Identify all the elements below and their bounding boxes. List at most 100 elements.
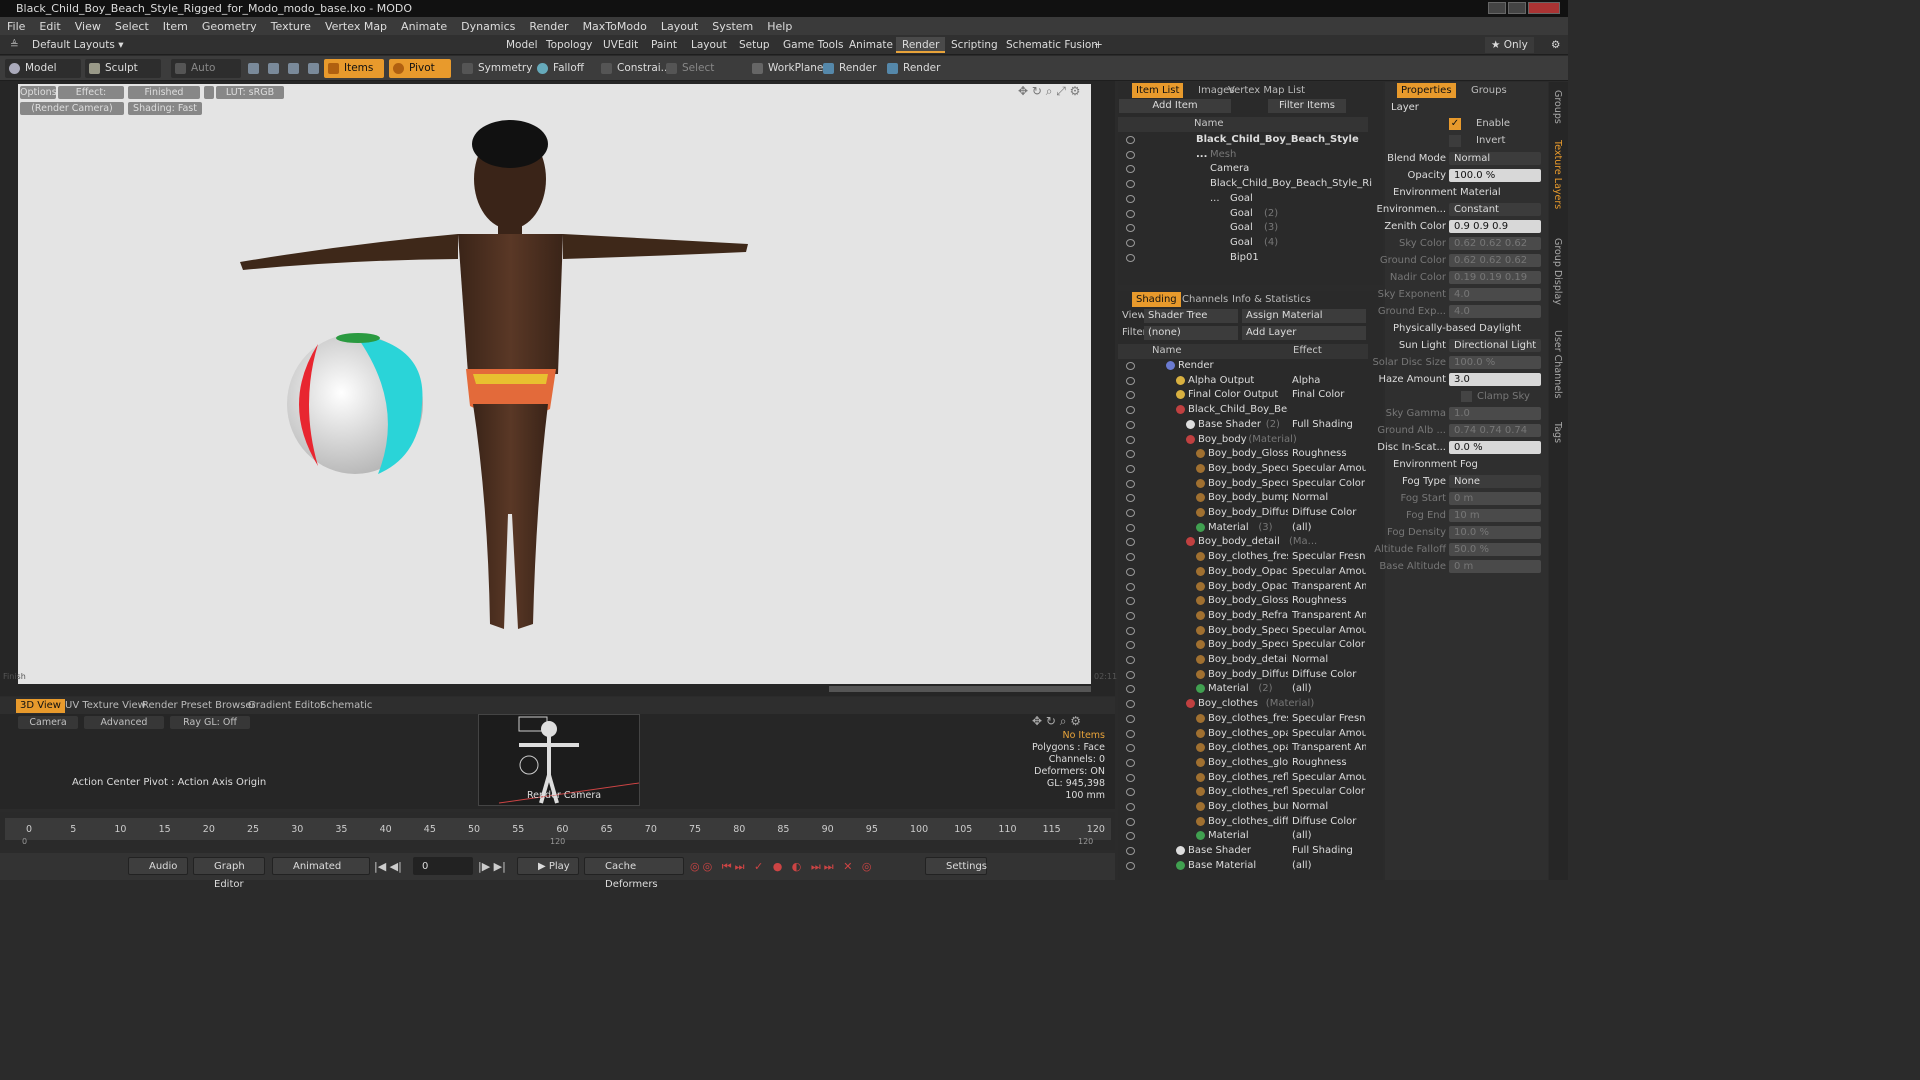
enable-checkbox[interactable]: ✓: [1449, 118, 1461, 130]
property-row-sky-exponent[interactable]: Sky Exponent 4.0: [1378, 286, 1548, 303]
shader-row[interactable]: Boy_clothes_reflec... Specular Amount: [1118, 771, 1368, 786]
shader-effect-dropdown[interactable]: Full Shading: [1292, 844, 1366, 859]
shader-row[interactable]: Material (2) (all): [1118, 682, 1368, 697]
shader-row[interactable]: Boy_body_Specula... Specular Amount: [1118, 462, 1368, 477]
bottom-tab-uv-texture-view[interactable]: UV Texture View: [61, 699, 150, 713]
shader-row[interactable]: Base Shader (2) Full Shading: [1118, 418, 1368, 433]
view-dropdown[interactable]: Shader Tree: [1144, 309, 1238, 323]
property-row-fog-type[interactable]: Fog Type None: [1385, 473, 1548, 490]
filter-items-field[interactable]: Filter Items: [1268, 99, 1346, 113]
shader-row[interactable]: Black_Child_Boy_Beach ...: [1118, 403, 1368, 418]
shader-row[interactable]: Boy_body_detail (Ma...: [1118, 535, 1368, 550]
shader-row[interactable]: Base Material (all): [1118, 859, 1368, 874]
property-row-solar-disc-size[interactable]: Solar Disc Size 100.0 %: [1372, 354, 1548, 371]
visibility-eye-icon[interactable]: [1126, 567, 1135, 576]
shader-effect-dropdown[interactable]: Full Shading: [1292, 418, 1366, 433]
layout-tab-uvedit[interactable]: UVEdit: [597, 37, 644, 53]
shader-row[interactable]: Boy_clothes_glossi... Roughness: [1118, 756, 1368, 771]
shader-effect-dropdown[interactable]: Diffuse Color: [1292, 668, 1366, 683]
shader-effect-dropdown[interactable]: Transparent Am...: [1292, 580, 1366, 595]
shader-row[interactable]: Boy_body_bump_ ... Normal: [1118, 491, 1368, 506]
bottom-tab-schematic[interactable]: Schematic: [316, 699, 376, 713]
shader-row[interactable]: Boy_body_Opacity... Transparent Am...: [1118, 580, 1368, 595]
shader-row[interactable]: Boy_body_Refract... Transparent Am...: [1118, 609, 1368, 624]
shader-row[interactable]: Boy_body_Glossin ... Roughness: [1118, 594, 1368, 609]
shader-effect-dropdown[interactable]: (all): [1292, 859, 1366, 874]
layout-tab-scripting[interactable]: Scripting: [945, 37, 1004, 53]
falloff-button[interactable]: Falloff: [533, 59, 593, 78]
property-row-environmen-[interactable]: Environmen... Constant: [1377, 201, 1548, 218]
visibility-eye-icon[interactable]: [1126, 656, 1135, 664]
key-tools-icons[interactable]: ◎◎ ⏮⏭ ✓ ● ◐ ⏭⏭ ✕ ◎: [690, 860, 875, 874]
shader-row[interactable]: Final Color Output Final Color: [1118, 388, 1368, 403]
item-row[interactable]: Goal (3): [1118, 221, 1368, 236]
maximize-button[interactable]: [1508, 2, 1526, 14]
menu-item-animate[interactable]: Animate: [394, 20, 454, 33]
shader-effect-dropdown[interactable]: Alpha: [1292, 374, 1366, 389]
shader-row[interactable]: Boy_clothes_fresn ... Specular Fresnel: [1118, 712, 1368, 727]
shader-effect-dropdown[interactable]: Diffuse Color: [1292, 506, 1366, 521]
property-row-zenith-color[interactable]: Zenith Color 0.9 0.9 0.9: [1384, 218, 1548, 235]
shader-effect-dropdown[interactable]: Roughness: [1292, 447, 1366, 462]
constrain-button[interactable]: Constrai...: [597, 59, 671, 78]
add-layer-dropdown[interactable]: Add Layer: [1242, 326, 1366, 340]
shader-effect-dropdown[interactable]: Specular Color: [1292, 638, 1366, 653]
property-row-fog-end[interactable]: Fog End 10 m: [1385, 507, 1548, 524]
item-row[interactable]: Goal (2): [1118, 207, 1368, 222]
close-window-button[interactable]: [1528, 2, 1560, 14]
auto-select-button[interactable]: Auto Select: [171, 59, 241, 93]
visibility-eye-icon[interactable]: [1126, 714, 1135, 723]
property-value[interactable]: None: [1449, 475, 1541, 488]
visibility-eye-icon[interactable]: [1126, 165, 1135, 174]
menu-item-item[interactable]: Item: [156, 20, 195, 33]
visibility-eye-icon[interactable]: [1126, 391, 1135, 400]
layout-tab-render[interactable]: Render: [896, 37, 946, 53]
visibility-eye-icon[interactable]: [1126, 376, 1135, 385]
shader-row[interactable]: Base Shader Full Shading: [1118, 844, 1368, 859]
filter-dropdown[interactable]: (none): [1144, 326, 1238, 340]
property-value[interactable]: 100.0 %: [1449, 169, 1541, 182]
menu-item-help[interactable]: Help: [760, 20, 799, 33]
visibility-eye-icon[interactable]: [1126, 150, 1135, 159]
side-tab-user-channels[interactable]: User Channels: [1552, 330, 1563, 399]
3d-viewport[interactable]: Options Effect: (Shadi... Finished LUT: …: [3, 84, 1117, 684]
shader-row[interactable]: Boy_clothes_bump... Normal: [1118, 800, 1368, 815]
visibility-eye-icon[interactable]: [1126, 136, 1135, 144]
vertices-mode-icon[interactable]: [244, 59, 262, 78]
shader-row[interactable]: Render: [1118, 359, 1368, 374]
property-row-base-altitude[interactable]: Base Altitude 0 m: [1379, 558, 1548, 575]
side-tab-texture-layers[interactable]: Texture Layers: [1552, 140, 1563, 209]
select-through-button[interactable]: Select Through: [662, 59, 742, 93]
layout-tab-animate[interactable]: Animate: [843, 37, 899, 53]
property-value[interactable]: Normal: [1449, 152, 1541, 165]
layout-tab-model[interactable]: Model: [500, 37, 544, 53]
property-row-ground-color[interactable]: Ground Color 0.62 0.62 0.62: [1380, 252, 1548, 269]
property-row-ground-exp-[interactable]: Ground Exp... 4.0: [1378, 303, 1548, 320]
visibility-eye-icon[interactable]: [1126, 435, 1135, 444]
visibility-eye-icon[interactable]: [1126, 817, 1135, 826]
visibility-eye-icon[interactable]: [1126, 861, 1135, 870]
visibility-eye-icon[interactable]: [1126, 194, 1135, 203]
advanced-dropdown[interactable]: Advanced: [84, 716, 164, 729]
shader-effect-dropdown[interactable]: Specular Amount: [1292, 727, 1366, 742]
menu-item-file[interactable]: File: [0, 20, 32, 33]
visibility-eye-icon[interactable]: [1126, 832, 1135, 841]
property-row-sun-light[interactable]: Sun Light Directional Light: [1385, 337, 1548, 354]
frame-field[interactable]: 0: [413, 857, 473, 875]
settings-button[interactable]: Settings: [925, 857, 987, 875]
visibility-eye-icon[interactable]: [1126, 253, 1135, 262]
play-button[interactable]: ▶ Play: [517, 857, 579, 875]
visibility-eye-icon[interactable]: [1126, 238, 1135, 247]
audio-button[interactable]: Audio: [128, 857, 188, 875]
item-row[interactable]: Black_Child_Boy_Beach_Style ...: [1118, 133, 1368, 160]
visibility-eye-icon[interactable]: [1126, 641, 1135, 650]
menu-item-vertex-map[interactable]: Vertex Map: [318, 20, 394, 33]
visibility-eye-icon[interactable]: [1126, 788, 1135, 797]
menu-item-render[interactable]: Render: [522, 20, 575, 33]
visibility-eye-icon[interactable]: [1126, 538, 1135, 547]
shader-effect-dropdown[interactable]: (all): [1292, 829, 1366, 844]
sculpt-mode-button[interactable]: Sculpt: [85, 59, 161, 78]
layout-arrow-icon[interactable]: ≜: [4, 37, 25, 53]
property-row-disc-in-scat-[interactable]: Disc In-Scat... 0.0 %: [1377, 439, 1548, 456]
shading-tab-channels[interactable]: Channels: [1178, 292, 1232, 307]
